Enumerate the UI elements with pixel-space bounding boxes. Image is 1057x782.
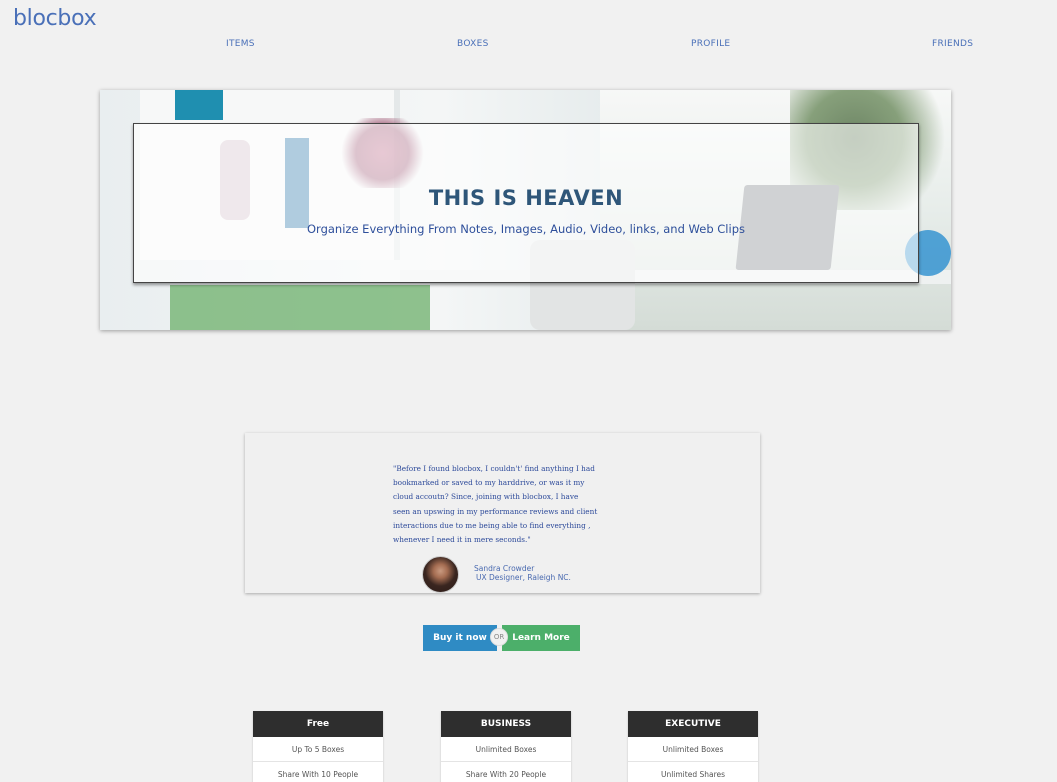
plan-feature: Unlimited Shares — [628, 762, 758, 782]
plan-feature: Unlimited Boxes — [628, 737, 758, 762]
plan-executive[interactable]: EXECUTIVE Unlimited Boxes Unlimited Shar… — [628, 711, 758, 782]
hero-banner: THIS IS HEAVEN Organize Everything From … — [100, 90, 951, 330]
hero-title: THIS IS HEAVEN — [428, 186, 624, 210]
avatar — [422, 556, 459, 593]
plan-title: BUSINESS — [441, 711, 571, 737]
buy-now-button[interactable]: Buy it now — [423, 625, 497, 651]
hero-green-rug — [170, 285, 430, 330]
testimonial-name: Sandra Crowder — [474, 564, 535, 573]
nav-profile[interactable]: PROFILE — [691, 39, 730, 49]
plan-feature: Unlimited Boxes — [441, 737, 571, 762]
plan-feature: Up To 5 Boxes — [253, 737, 383, 762]
quote-line: interactions due to me being able to fin… — [393, 520, 591, 530]
quote-line: "Before I found blocbox, I couldn't' fin… — [393, 464, 595, 473]
logo[interactable]: blocbox — [13, 6, 97, 31]
testimonial-quote: "Before I found blocbox, I couldn't' fin… — [393, 462, 605, 547]
plan-feature: Share With 20 People — [441, 762, 571, 782]
plan-free[interactable]: Free Up To 5 Boxes Share With 10 People — [253, 711, 383, 782]
plan-business[interactable]: BUSINESS Unlimited Boxes Share With 20 P… — [441, 711, 571, 782]
quote-line: cloud accoutn? Since, joining with blocb… — [393, 492, 579, 502]
hero-binder — [175, 90, 223, 120]
learn-more-button[interactable]: Learn More — [502, 625, 580, 651]
quote-line: seen an upswing in my performance review… — [393, 506, 598, 516]
plan-title: EXECUTIVE — [628, 711, 758, 737]
hero-panel: THIS IS HEAVEN Organize Everything From … — [133, 123, 919, 283]
plan-feature: Share With 10 People — [253, 762, 383, 782]
nav-friends[interactable]: FRIENDS — [932, 39, 973, 49]
main-nav: ITEMS BOXES PROFILE FRIENDS — [0, 39, 1057, 53]
quote-line: bookmarked or saved to my harddrive, or … — [393, 478, 585, 488]
nav-items[interactable]: ITEMS — [226, 39, 255, 49]
testimonial-card: "Before I found blocbox, I couldn't' fin… — [245, 433, 760, 593]
testimonial-role: UX Designer, Raleigh NC. — [476, 573, 571, 582]
or-divider: OR — [490, 628, 508, 646]
hero-subtitle: Organize Everything From Notes, Images, … — [307, 222, 745, 236]
plan-title: Free — [253, 711, 383, 737]
quote-line: whenever I need it in mere seconds." — [393, 535, 531, 545]
nav-boxes[interactable]: BOXES — [457, 39, 489, 49]
